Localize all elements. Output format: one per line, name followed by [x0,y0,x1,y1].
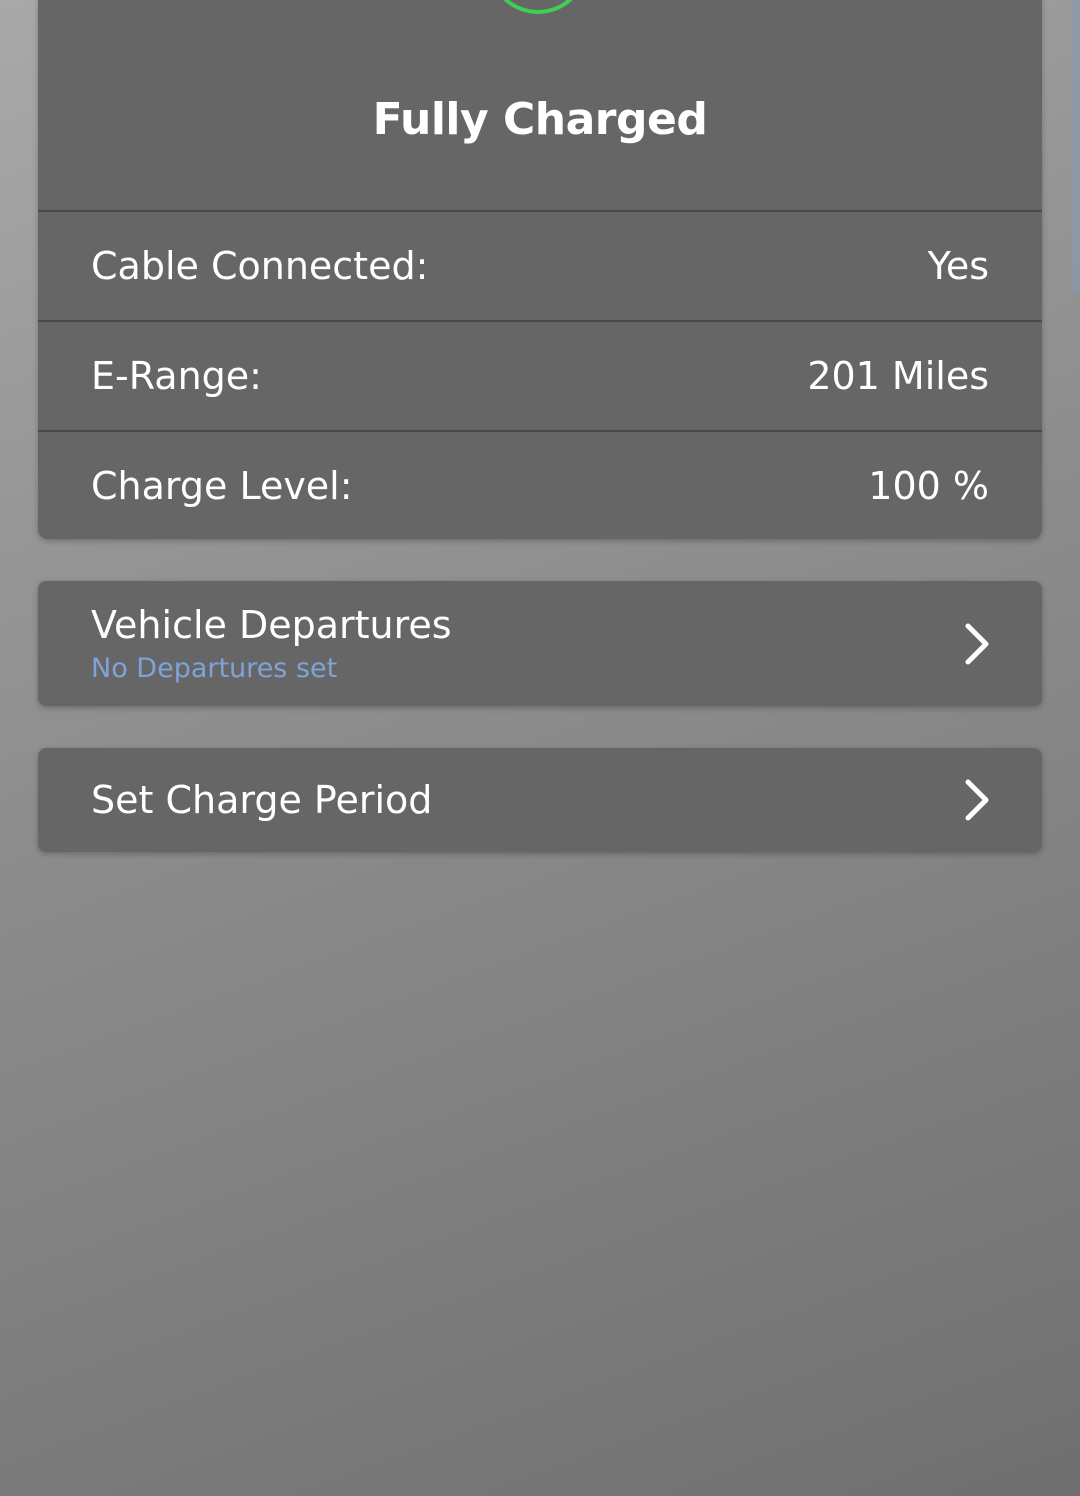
cable-connected-label: Cable Connected: [91,244,429,288]
vehicle-departures-button[interactable]: Vehicle Departures No Departures set [38,581,1042,706]
vehicle-departures-subtitle: No Departures set [91,653,338,684]
info-row-cable-connected: Cable Connected: Yes [38,212,1042,320]
status-header: Fully Charged [38,0,1042,212]
charging-status-card: Fully Charged Cable Connected: Yes E-Ran… [38,0,1042,539]
charging-bolt-icon [503,0,573,14]
charge-level-label: Charge Level: [91,464,353,508]
info-row-charge-level: Charge Level: 100 % [38,430,1042,540]
scroll-indicator[interactable] [1072,0,1080,292]
e-range-label: E-Range: [91,354,262,398]
vehicle-departures-title: Vehicle Departures [91,603,452,647]
vehicle-departures-text: Vehicle Departures No Departures set [91,603,452,684]
set-charge-period-title: Set Charge Period [91,778,433,822]
status-title: Fully Charged [372,94,708,145]
chevron-right-icon [965,623,989,664]
cable-connected-value: Yes [927,244,989,288]
info-row-e-range: E-Range: 201 Miles [38,320,1042,430]
e-range-value: 201 Miles [807,354,989,398]
set-charge-period-button[interactable]: Set Charge Period [38,748,1042,852]
chevron-right-icon [965,779,989,821]
charge-level-value: 100 % [868,464,989,508]
